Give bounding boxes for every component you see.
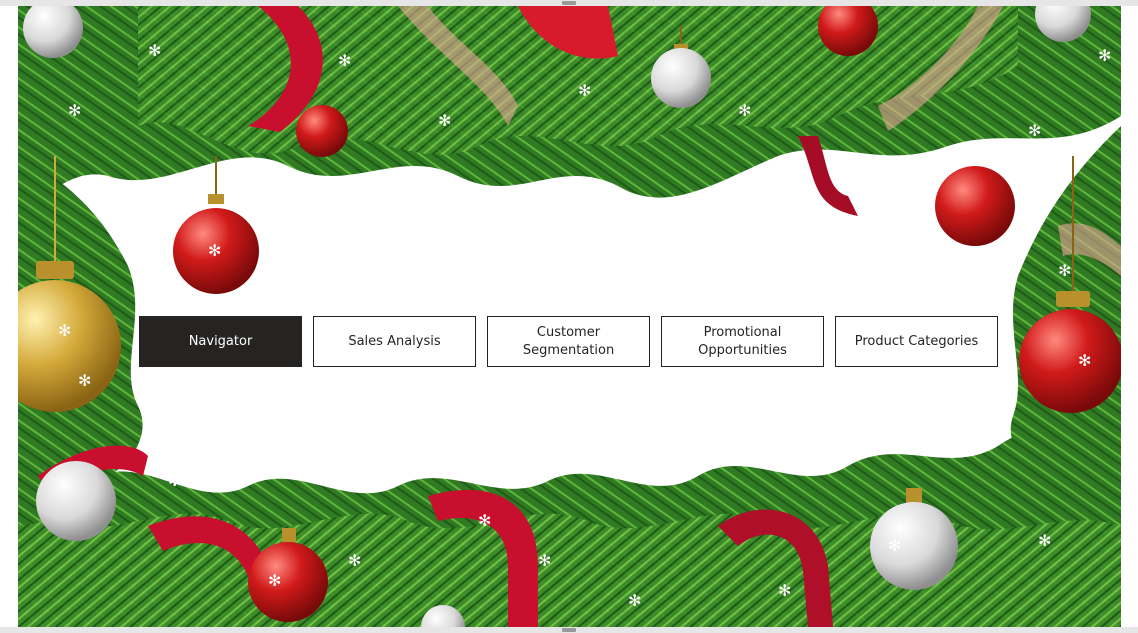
red-ornament-icon bbox=[248, 542, 328, 622]
svg-text:✻: ✻ bbox=[168, 471, 181, 490]
svg-text:✻: ✻ bbox=[538, 551, 551, 570]
svg-text:✻: ✻ bbox=[1038, 531, 1051, 550]
red-ornament-icon bbox=[935, 166, 1015, 246]
svg-text:✻: ✻ bbox=[1098, 46, 1111, 65]
silver-ornament-icon bbox=[870, 502, 958, 590]
bottom-resize-handle[interactable] bbox=[562, 628, 576, 632]
svg-text:✻: ✻ bbox=[1028, 121, 1041, 140]
red-ornament-icon bbox=[1019, 309, 1121, 413]
svg-text:✻: ✻ bbox=[738, 101, 751, 120]
top-resize-handle[interactable] bbox=[562, 1, 576, 5]
svg-text:✻: ✻ bbox=[778, 581, 791, 600]
nav-button-sales-analysis[interactable]: Sales Analysis bbox=[313, 316, 476, 367]
svg-text:✻: ✻ bbox=[78, 371, 91, 390]
svg-text:✻: ✻ bbox=[578, 81, 591, 100]
svg-text:✻: ✻ bbox=[68, 101, 81, 120]
svg-text:✻: ✻ bbox=[888, 536, 901, 555]
silver-ornament-icon bbox=[651, 48, 711, 108]
svg-text:✻: ✻ bbox=[208, 241, 221, 260]
nav-button-customer-segmentation[interactable]: Customer Segmentation bbox=[487, 316, 650, 367]
svg-text:✻: ✻ bbox=[148, 41, 161, 60]
navigation-button-bar: Navigator Sales Analysis Customer Segmen… bbox=[139, 316, 998, 367]
svg-text:✻: ✻ bbox=[58, 321, 71, 340]
nav-button-product-categories[interactable]: Product Categories bbox=[835, 316, 998, 367]
svg-text:✻: ✻ bbox=[268, 571, 281, 590]
svg-text:✻: ✻ bbox=[478, 511, 491, 530]
svg-text:✻: ✻ bbox=[628, 591, 641, 610]
nav-button-navigator[interactable]: Navigator bbox=[139, 316, 302, 367]
svg-text:✻: ✻ bbox=[1078, 351, 1091, 370]
report-canvas: ✻ ✻ ✻ ✻ ✻ ✻ ✻ ✻ ✻ ✻ ✻ ✻ ✻ ✻ ✻ ✻ ✻ ✻ ✻ ✻ … bbox=[18, 6, 1121, 627]
svg-text:✻: ✻ bbox=[338, 51, 351, 70]
silver-ornament-icon bbox=[36, 461, 116, 541]
svg-text:✻: ✻ bbox=[438, 111, 451, 130]
svg-text:✻: ✻ bbox=[1058, 261, 1071, 280]
svg-text:✻: ✻ bbox=[348, 551, 361, 570]
nav-button-promotional-opportunities[interactable]: Promotional Opportunities bbox=[661, 316, 824, 367]
red-ornament-icon bbox=[296, 105, 348, 157]
